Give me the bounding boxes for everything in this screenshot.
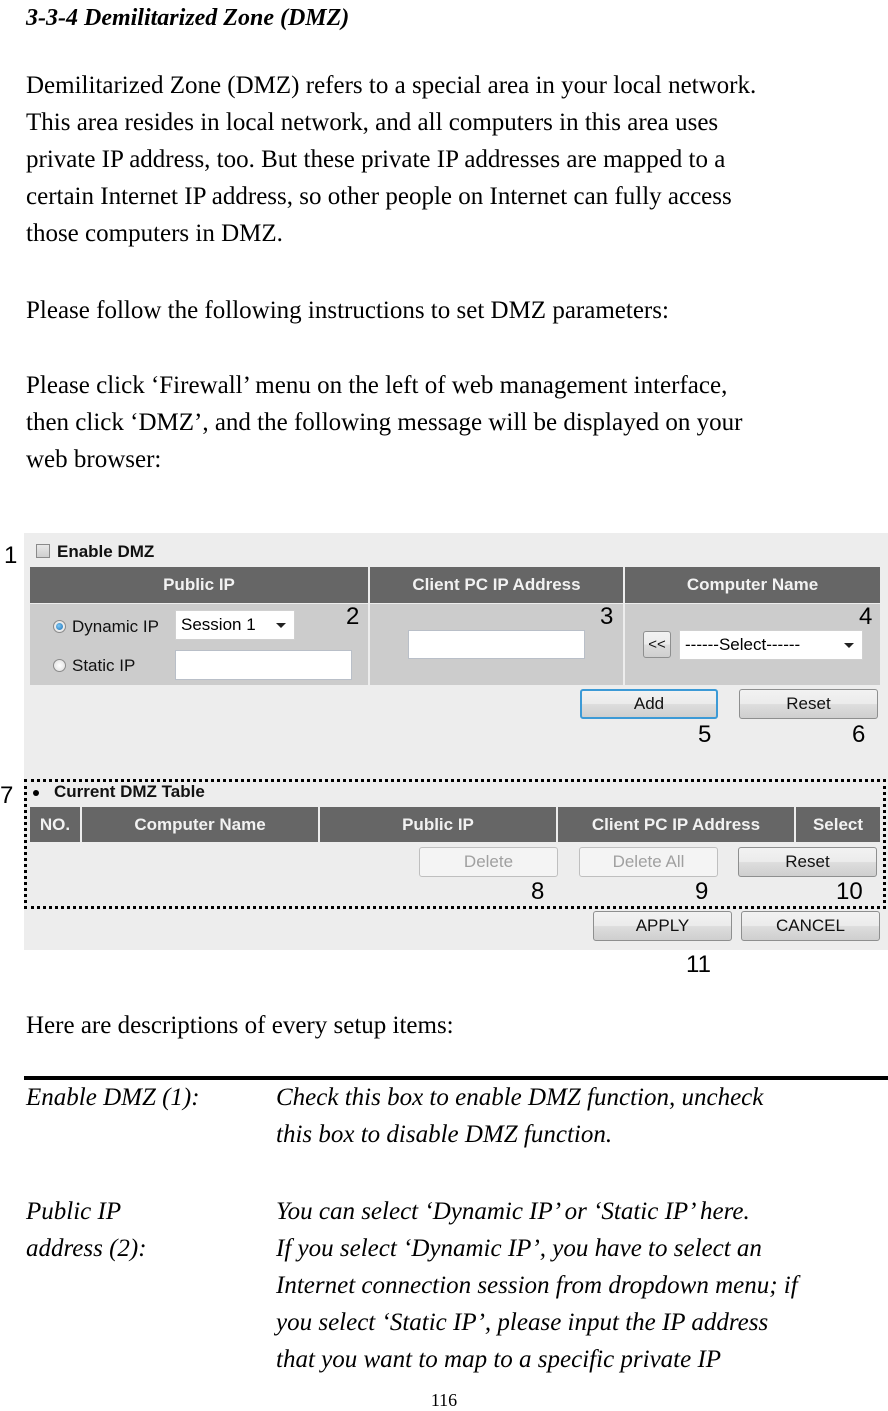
- callout-11: 11: [686, 951, 711, 978]
- dynamic-ip-label: Dynamic IP: [72, 617, 159, 636]
- click-instructions: Please click ‘Firewall’ menu on the left…: [26, 367, 743, 478]
- intro-line: those computers in DMZ.: [26, 220, 283, 247]
- desc-line: that you want to map to a specific priva…: [276, 1346, 722, 1373]
- client-ip-input[interactable]: [408, 630, 585, 659]
- callout-5: 5: [698, 721, 712, 748]
- intro-line: private IP address, too. But these priva…: [26, 146, 726, 173]
- item-term-public-ip: Public IP address (2):: [26, 1193, 147, 1267]
- enable-dmz-checkbox[interactable]: [36, 544, 50, 558]
- intro-line: certain Internet IP address, so other pe…: [26, 183, 732, 210]
- header-client-pc-ip: Client PC IP Address: [370, 567, 623, 603]
- term-line: Public IP: [26, 1198, 122, 1225]
- desc-line: you select ‘Static IP’, please input the…: [276, 1309, 769, 1336]
- dmz-table-highlight: [24, 779, 886, 909]
- callout-10: 10: [836, 878, 863, 905]
- reset-button[interactable]: Reset: [739, 689, 878, 719]
- intro-line: Demilitarized Zone (DMZ) refers to a spe…: [26, 72, 757, 99]
- static-ip-radio[interactable]: [53, 659, 66, 672]
- click-line: web browser:: [26, 446, 162, 473]
- copy-computer-ip-button[interactable]: <<: [643, 631, 671, 658]
- chevron-down-icon: [844, 643, 854, 648]
- chevron-down-icon: [276, 623, 286, 628]
- header-computer-name: Computer Name: [625, 567, 880, 603]
- page-number: 116: [430, 1390, 458, 1410]
- static-ip-input[interactable]: [175, 650, 352, 680]
- term-line: address (2):: [26, 1235, 147, 1262]
- apply-button[interactable]: APPLY: [593, 911, 732, 941]
- desc-line: You can select ‘Dynamic IP’ or ‘Static I…: [276, 1198, 750, 1225]
- descriptions-heading: Here are descriptions of every setup ite…: [26, 1012, 454, 1039]
- item-desc-enable-dmz: Check this box to enable DMZ function, u…: [276, 1079, 763, 1153]
- instruction-text: Please follow the following instructions…: [26, 297, 669, 324]
- click-line: Please click ‘Firewall’ menu on the left…: [26, 372, 728, 399]
- intro-line: This area resides in local network, and …: [26, 109, 719, 136]
- computer-name-select[interactable]: ------Select------: [679, 630, 863, 660]
- item-desc-public-ip: You can select ‘Dynamic IP’ or ‘Static I…: [276, 1193, 798, 1378]
- header-public-ip: Public IP: [30, 567, 368, 603]
- item-term-enable-dmz: Enable DMZ (1):: [26, 1079, 200, 1116]
- dynamic-ip-radio[interactable]: [53, 620, 66, 633]
- callout-3: 3: [600, 603, 614, 630]
- click-line: then click ‘DMZ’, and the following mess…: [26, 409, 743, 436]
- term-line: Enable DMZ (1):: [26, 1084, 200, 1111]
- callout-4: 4: [859, 603, 873, 630]
- callout-6: 6: [852, 721, 866, 748]
- cancel-button[interactable]: CANCEL: [741, 911, 880, 941]
- session-select-value: Session 1: [181, 615, 256, 634]
- callout-9: 9: [695, 878, 709, 905]
- intro-paragraph: Demilitarized Zone (DMZ) refers to a spe…: [26, 67, 756, 252]
- desc-line: If you select ‘Dynamic IP’, you have to …: [276, 1235, 762, 1262]
- section-title: 3-3-4 Demilitarized Zone (DMZ): [26, 5, 350, 31]
- desc-line: Internet connection session from dropdow…: [276, 1272, 798, 1299]
- add-button[interactable]: Add: [580, 689, 718, 719]
- desc-line: this box to disable DMZ function.: [276, 1121, 613, 1148]
- computer-name-select-value: ------Select------: [685, 635, 801, 654]
- callout-8: 8: [531, 878, 545, 905]
- session-select[interactable]: Session 1: [175, 610, 295, 640]
- callout-1: 1: [4, 542, 18, 569]
- callout-2: 2: [346, 603, 360, 630]
- enable-dmz-label: Enable DMZ: [57, 542, 155, 561]
- callout-7: 7: [0, 782, 14, 809]
- desc-line: Check this box to enable DMZ function, u…: [276, 1084, 764, 1111]
- static-ip-label: Static IP: [72, 656, 136, 675]
